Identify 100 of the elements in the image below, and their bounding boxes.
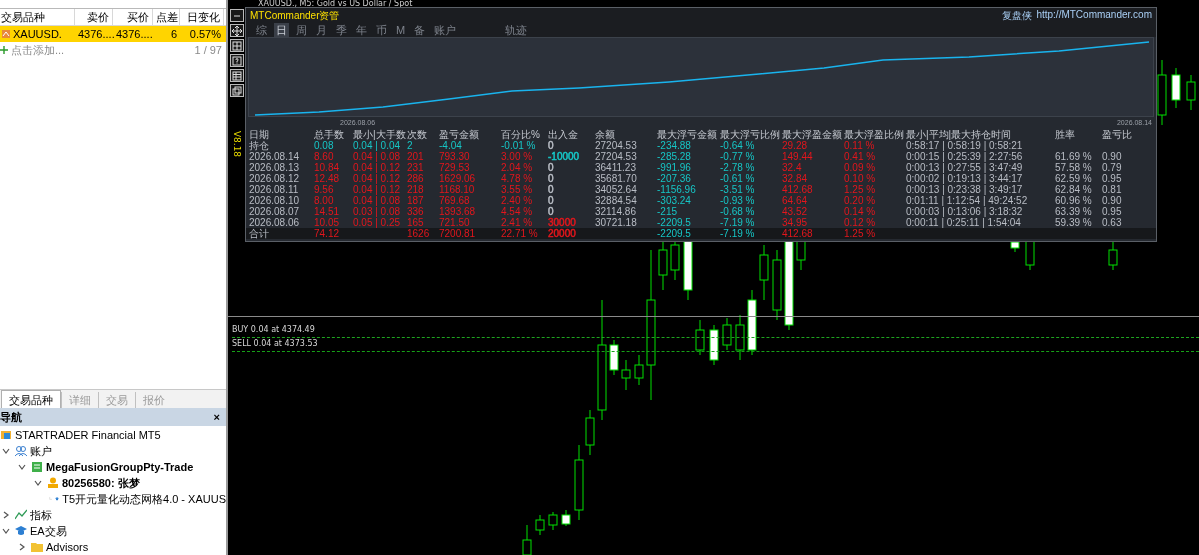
- tree-item[interactable]: STARTRADER Financial MT5: [15, 429, 161, 441]
- table-cell: 61.69 %: [1055, 151, 1092, 162]
- table-cell: -2.78 %: [720, 162, 755, 173]
- table-icon: [232, 70, 242, 81]
- chevron-icon[interactable]: [0, 527, 12, 535]
- table-cell: 0.90: [1102, 195, 1122, 206]
- column-header: 盈亏比: [1102, 129, 1132, 140]
- candlestick: [1108, 239, 1118, 271]
- period-tab[interactable]: 月: [314, 23, 329, 37]
- table-cell: 0.63: [1102, 217, 1122, 228]
- chevron-icon[interactable]: [16, 463, 28, 471]
- table-button[interactable]: [230, 69, 244, 82]
- table-cell: 2: [407, 140, 413, 151]
- table-cell-text: 4376....: [77, 27, 113, 42]
- windows-button[interactable]: [230, 84, 244, 97]
- trail-tab[interactable]: 轨迹: [503, 23, 530, 37]
- table-cell: 0:01:11 | 1:12:54 | 49:24:52: [906, 195, 1028, 206]
- period-tab[interactable]: 综: [254, 23, 269, 37]
- table-cell: 0: [548, 140, 554, 151]
- table-cell-text: 0.57%: [188, 27, 222, 42]
- website-link[interactable]: http://MTCommander.com: [1036, 8, 1152, 23]
- period-tab[interactable]: 年: [354, 23, 369, 37]
- candlestick: [1010, 240, 1020, 253]
- table-cell: 2.41 %: [501, 217, 533, 228]
- table-cell: 721.50: [439, 217, 470, 228]
- tree-item[interactable]: 指标: [30, 507, 52, 523]
- table-cell: -285.28: [657, 151, 691, 162]
- table-cell: 30721.18: [595, 217, 637, 228]
- table-cell: 30000: [548, 217, 576, 228]
- table-cell: 1626: [407, 228, 430, 239]
- table-cell: 0: [548, 162, 554, 173]
- column-header: 盈亏金额: [439, 129, 479, 140]
- table-cell: 149.44: [782, 151, 813, 162]
- column-header: 胜率: [1055, 129, 1075, 140]
- add-symbol-link[interactable]: 点击添加...: [11, 42, 65, 58]
- symbol-icon: [2, 30, 10, 38]
- table-cell: 34052.64: [595, 184, 637, 195]
- period-tab[interactable]: 季: [334, 23, 349, 37]
- table-cell: 0:00:13 | 0:27:55 | 3:47:49: [906, 162, 1023, 173]
- period-tab[interactable]: 日: [274, 23, 289, 37]
- column-header: 最大浮盈比例: [844, 129, 904, 140]
- table-cell: 8.00: [314, 195, 334, 206]
- tree-item[interactable]: Advisors: [46, 541, 89, 553]
- table-cell-text: 4376....: [115, 27, 153, 42]
- panel-tab[interactable]: 交易品种: [1, 390, 61, 408]
- candlestick: [747, 289, 757, 356]
- column-header: 日期: [249, 129, 269, 140]
- period-tab[interactable]: 备: [412, 23, 428, 37]
- table-cell: -0.93 %: [720, 195, 755, 206]
- table-cell: 0.95: [1102, 206, 1122, 217]
- tree-item[interactable]: T5开元量化动态网格4.0 - XAUUS: [62, 491, 226, 507]
- table-cell: 0.41 %: [844, 151, 876, 162]
- column-header: 余额: [595, 129, 615, 140]
- table-cell: 0.90: [1102, 151, 1122, 162]
- help-button[interactable]: [230, 54, 244, 67]
- table-cell: 32.4: [782, 162, 802, 173]
- move-button[interactable]: [230, 24, 244, 37]
- table-cell: 32884.54: [595, 195, 637, 206]
- chevron-icon[interactable]: [0, 447, 12, 455]
- table-cell: 0.12 %: [844, 217, 876, 228]
- column-header[interactable]: 交易品种: [0, 9, 75, 25]
- period-tab[interactable]: 周: [294, 23, 309, 37]
- minus-button[interactable]: [230, 9, 244, 22]
- table-cell: 0.11 %: [844, 140, 875, 151]
- table-cell: 9.56: [314, 184, 334, 195]
- chevron-icon[interactable]: [32, 479, 44, 487]
- column-header[interactable]: 卖价: [75, 9, 113, 25]
- navigator-title: 导航: [0, 409, 22, 425]
- version-label: V8.18: [232, 130, 243, 158]
- table-cell: 336: [407, 206, 424, 217]
- column-header[interactable]: 点差: [153, 9, 180, 25]
- table-cell: 62.59 %: [1055, 173, 1092, 184]
- close-button[interactable]: ×: [211, 411, 222, 423]
- symbol-row[interactable]: XAUUSD. 4376....4376.... 6 0.57%: [0, 26, 226, 42]
- table-cell: 0.09 %: [844, 162, 876, 173]
- tree-item[interactable]: 80256580: 张梦: [62, 475, 140, 491]
- column-header[interactable]: 买价: [113, 9, 153, 25]
- table-cell: 0:00:02 | 0:19:13 | 3:44:17: [906, 173, 1023, 184]
- panel-title: MTCommander资管: [250, 8, 340, 23]
- table-cell: 286: [407, 173, 424, 184]
- table-cell: -0.61 %: [720, 173, 755, 184]
- column-header[interactable]: 日变化: [180, 9, 224, 25]
- tree-item[interactable]: MegaFusionGroupPty-Trade: [46, 461, 194, 473]
- table-cell: 27204.53: [595, 151, 637, 162]
- table-cell: 2026.08.14: [249, 151, 300, 162]
- candlestick: [722, 317, 732, 351]
- table-cell: 0:00:11 | 0:25:11 | 1:54:04: [906, 217, 1021, 228]
- table-cell: 74.12: [314, 228, 340, 239]
- table-cell: 793.30: [439, 151, 470, 162]
- table-cell: 62.84 %: [1055, 184, 1092, 195]
- tree-item[interactable]: EA交易: [30, 523, 67, 539]
- period-tab[interactable]: 账户: [432, 23, 459, 37]
- grid-button[interactable]: [230, 39, 244, 52]
- table-cell: 3.55 %: [501, 184, 533, 195]
- period-tab[interactable]: M: [394, 23, 408, 37]
- table-cell: 0.10 %: [844, 173, 876, 184]
- tree-item[interactable]: 账户: [30, 443, 52, 459]
- table-cell: 32.84: [782, 173, 808, 184]
- period-tab[interactable]: 币: [374, 23, 389, 37]
- table-cell: 0.04 | 0.08: [353, 195, 401, 206]
